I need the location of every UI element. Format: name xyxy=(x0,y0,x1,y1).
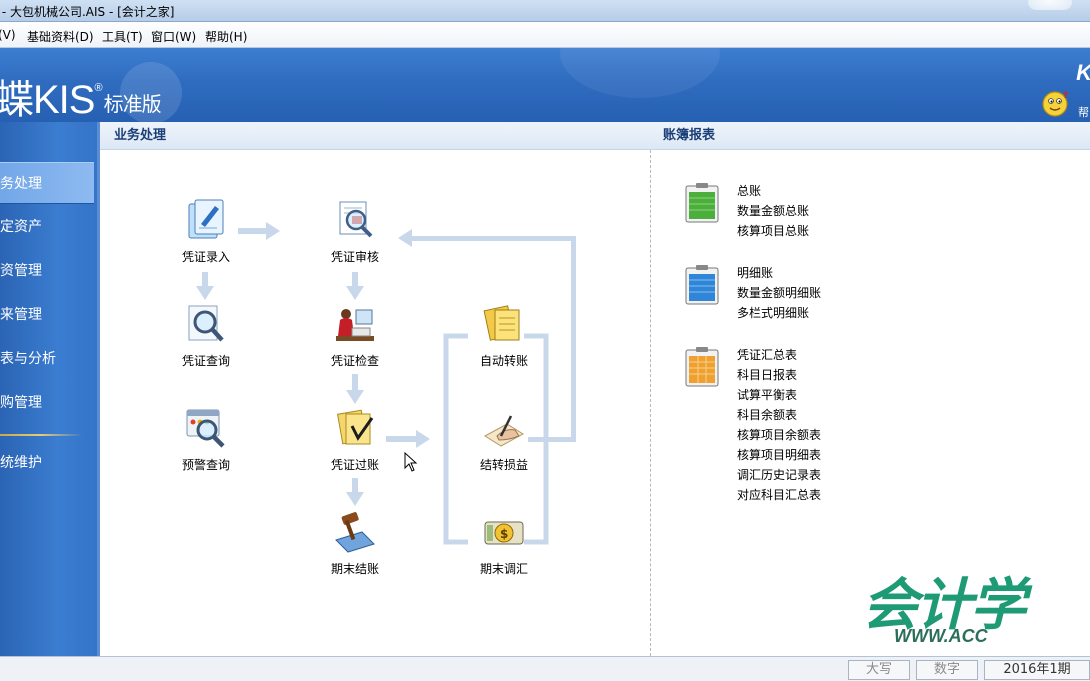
alert-query-label: 预警查询 xyxy=(181,458,230,472)
pl-transfer-label: 结转损益 xyxy=(479,458,528,472)
report-link-general-ledger[interactable]: 总账 xyxy=(737,182,761,199)
report-link-item-balance[interactable]: 核算项目余额表 xyxy=(737,426,821,443)
report-link-item-detail[interactable]: 核算项目明细表 xyxy=(737,446,821,463)
report-link-voucher-summary[interactable]: 凭证汇总表 xyxy=(737,346,797,363)
sidebar-item-business[interactable]: 务处理 xyxy=(0,162,94,204)
help-label[interactable]: 帮 xyxy=(1078,104,1089,120)
help-face-icon[interactable]: ? xyxy=(1041,90,1071,118)
pl-transfer-icon xyxy=(484,415,524,447)
detail-ledger-icon[interactable] xyxy=(684,264,720,306)
title-bar-glow xyxy=(1028,0,1072,10)
svg-text:$: $ xyxy=(500,527,508,541)
report-link-detail-ledger[interactable]: 明细账 xyxy=(737,264,773,281)
voucher-post-label: 凭证过账 xyxy=(330,458,379,472)
voucher-post-icon xyxy=(336,409,374,445)
menu-window[interactable]: 窗口(W) xyxy=(151,28,196,45)
report-link-item-general-ledger[interactable]: 核算项目总账 xyxy=(737,222,809,239)
report-link-account-balance[interactable]: 科目余额表 xyxy=(737,406,797,423)
fx-adjust-icon: $ xyxy=(484,521,524,545)
report-link-multi-column-ledger[interactable]: 多栏式明细账 xyxy=(737,304,809,321)
logo-edition: 标准版 xyxy=(103,94,162,116)
mouse-cursor-icon xyxy=(404,452,418,472)
fx-adjust-node[interactable]: $ 期末调汇 xyxy=(464,510,544,577)
period-close-node[interactable]: 期末结账 xyxy=(315,510,395,577)
auto-transfer-icon xyxy=(483,305,520,341)
fx-adjust-label: 期末调汇 xyxy=(479,562,528,576)
alert-query-icon xyxy=(186,409,225,448)
logo-main: 蝶KIS xyxy=(0,78,95,122)
voucher-entry-label: 凭证录入 xyxy=(181,250,230,264)
voucher-check-icon xyxy=(336,309,374,341)
voucher-review-icon xyxy=(339,201,373,238)
svg-text:?: ? xyxy=(1063,91,1068,101)
voucher-check-node[interactable]: 凭证检查 xyxy=(315,302,395,369)
period-close-label: 期末结账 xyxy=(330,562,379,576)
voucher-query-label: 凭证查询 xyxy=(181,354,230,368)
report-link-fx-history[interactable]: 调汇历史记录表 xyxy=(737,466,821,483)
menu-basic-data[interactable]: 基础资料(D) xyxy=(27,28,94,45)
app-logo: 蝶KIS®标准版 xyxy=(0,66,162,122)
summary-report-icon[interactable] xyxy=(684,346,720,388)
auto-transfer-node[interactable]: 自动转账 xyxy=(464,302,544,369)
section-divider xyxy=(650,150,651,656)
menu-view[interactable]: (V) xyxy=(0,28,16,42)
sidebar-item-fixed-assets[interactable]: 定资产 xyxy=(0,206,94,248)
voucher-query-node[interactable]: 凭证查询 xyxy=(166,302,246,369)
sidebar-item-reports[interactable]: 表与分析 xyxy=(0,338,94,380)
menu-help[interactable]: 帮助(H) xyxy=(205,28,247,45)
sidebar-item-maintenance[interactable]: 统维护 xyxy=(0,442,94,484)
alert-query-node[interactable]: 预警查询 xyxy=(166,406,246,473)
menu-tools[interactable]: 工具(T) xyxy=(102,28,143,45)
sidebar-item-payroll[interactable]: 资管理 xyxy=(0,250,94,292)
sidebar-item-receivables[interactable]: 来管理 xyxy=(0,294,94,336)
report-link-trial-balance[interactable]: 试算平衡表 xyxy=(737,386,797,403)
logo-reg: ® xyxy=(94,82,102,94)
sidebar: 务处理 定资产 资管理 来管理 表与分析 购管理 统维护 xyxy=(0,122,97,656)
watermark-url: WWW.ACC xyxy=(894,626,988,646)
general-ledger-icon[interactable] xyxy=(684,182,720,224)
status-num: 数字 xyxy=(916,660,978,680)
report-link-qty-general-ledger[interactable]: 数量金额总账 xyxy=(737,202,809,219)
status-period: 2016年1期 xyxy=(984,660,1090,680)
sidebar-divider xyxy=(0,434,82,436)
reports-header: 账簿报表 xyxy=(650,122,1090,150)
title-bar: 版 - 大包机械公司.AIS - [会计之家] xyxy=(0,0,1090,22)
voucher-entry-icon xyxy=(188,199,224,239)
status-caps: 大写 xyxy=(848,660,910,680)
status-bar: 大写 数字 2016年1期 xyxy=(0,656,1090,681)
report-link-qty-detail-ledger[interactable]: 数量金额明细账 xyxy=(737,284,821,301)
window-title: 版 - 大包机械公司.AIS - [会计之家] xyxy=(0,5,175,19)
voucher-post-node[interactable]: 凭证过账 xyxy=(315,406,395,473)
voucher-query-icon xyxy=(188,305,224,342)
watermark: 会计学 WWW.ACC xyxy=(862,560,1090,656)
voucher-check-label: 凭证检查 xyxy=(330,354,379,368)
voucher-review-label: 凭证审核 xyxy=(330,250,379,264)
sidebar-item-purchasing[interactable]: 购管理 xyxy=(0,382,94,424)
report-link-account-daily[interactable]: 科目日报表 xyxy=(737,366,797,383)
brand-mark: K xyxy=(1076,60,1090,86)
voucher-review-node[interactable]: 凭证审核 xyxy=(315,198,395,265)
auto-transfer-label: 自动转账 xyxy=(479,354,528,368)
voucher-entry-node[interactable]: 凭证录入 xyxy=(166,198,246,265)
report-link-counter-account-summary[interactable]: 对应科目汇总表 xyxy=(737,486,821,503)
period-close-icon xyxy=(335,512,375,553)
banner-decoration xyxy=(560,48,720,98)
business-header: 业务处理 xyxy=(100,122,650,150)
menu-bar: (V) 基础资料(D) 工具(T) 窗口(W) 帮助(H) xyxy=(0,22,1090,48)
app-banner: 蝶KIS®标准版 K ? 帮 xyxy=(0,48,1090,122)
pl-transfer-node[interactable]: 结转损益 xyxy=(464,406,544,473)
